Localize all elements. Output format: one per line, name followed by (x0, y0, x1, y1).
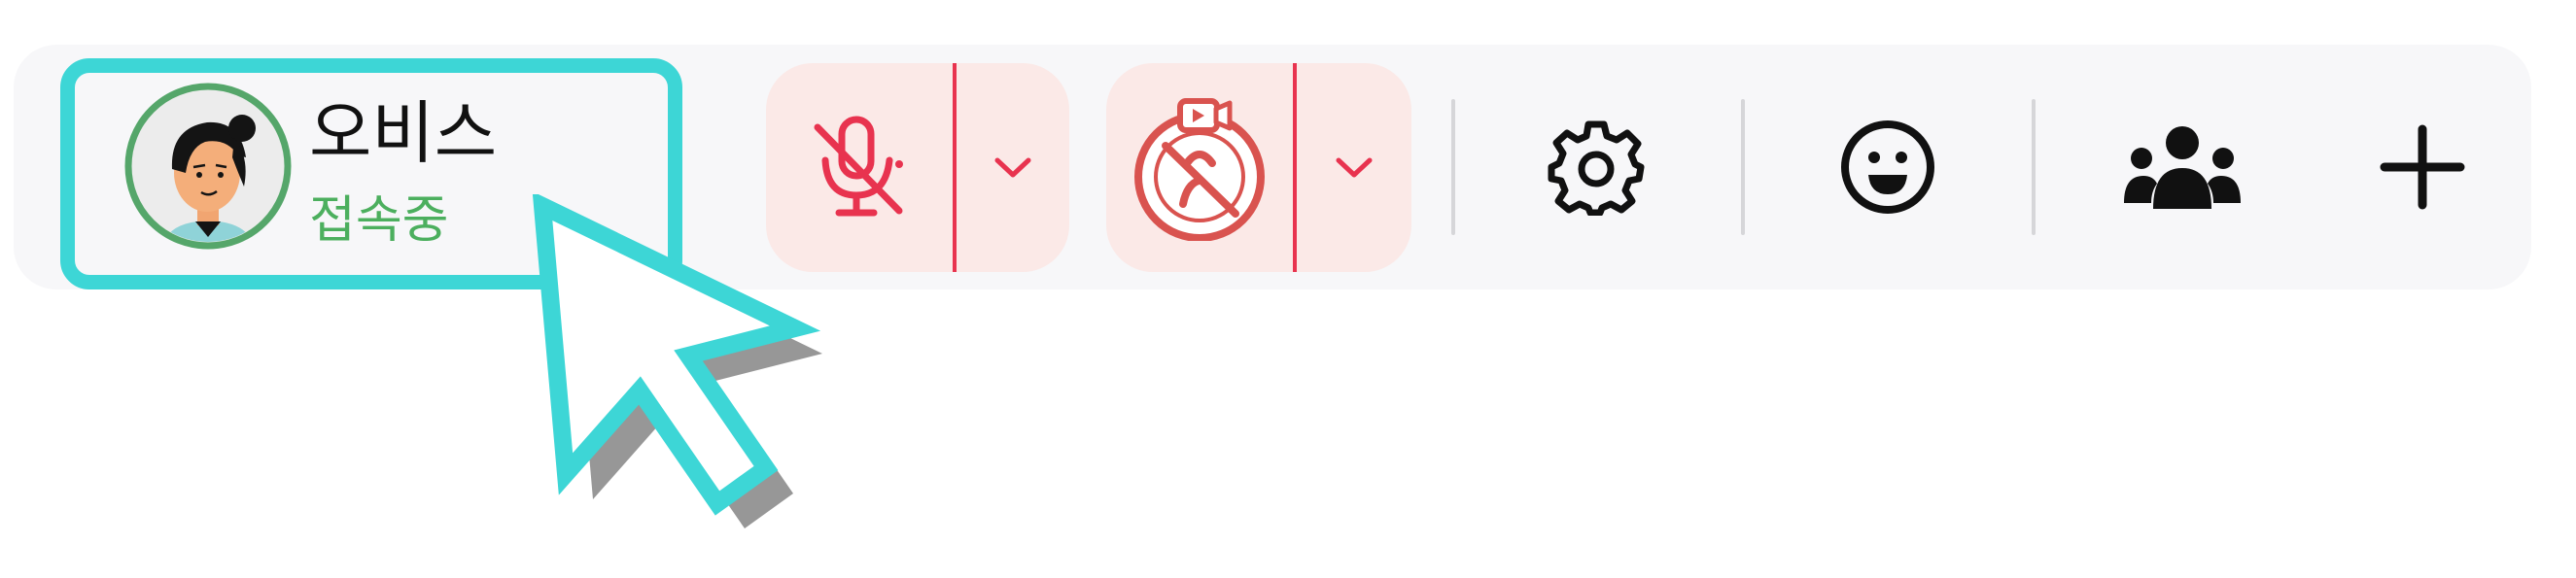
camera-toggle-button[interactable] (1106, 63, 1293, 272)
user-name: 오비스 (309, 93, 498, 173)
camera-options-button[interactable] (1297, 63, 1411, 272)
avatar[interactable] (122, 80, 295, 253)
chevron-down-icon (994, 157, 1031, 177)
plus-icon (2380, 124, 2465, 210)
chevron-down-icon (1336, 157, 1373, 177)
toolbar-separator (1741, 99, 1745, 235)
toolbar-separator (2032, 99, 2036, 235)
mic-options-button[interactable] (957, 63, 1069, 272)
gear-icon (1548, 120, 1645, 216)
connection-status: 접속중 (309, 191, 449, 250)
settings-button[interactable] (1538, 109, 1654, 225)
smiley-icon (1841, 120, 1934, 214)
screenshot: 오비스 접속중 (0, 0, 2576, 578)
toolbar-separator (1451, 99, 1455, 235)
camera-control-group (1106, 63, 1411, 272)
add-button[interactable] (2364, 109, 2481, 225)
participants-button[interactable] (2119, 109, 2245, 225)
users-icon (2124, 126, 2241, 209)
pointer-cursor-icon (532, 194, 822, 528)
emoji-button[interactable] (1829, 109, 1946, 225)
camera-off-icon (1134, 97, 1265, 241)
